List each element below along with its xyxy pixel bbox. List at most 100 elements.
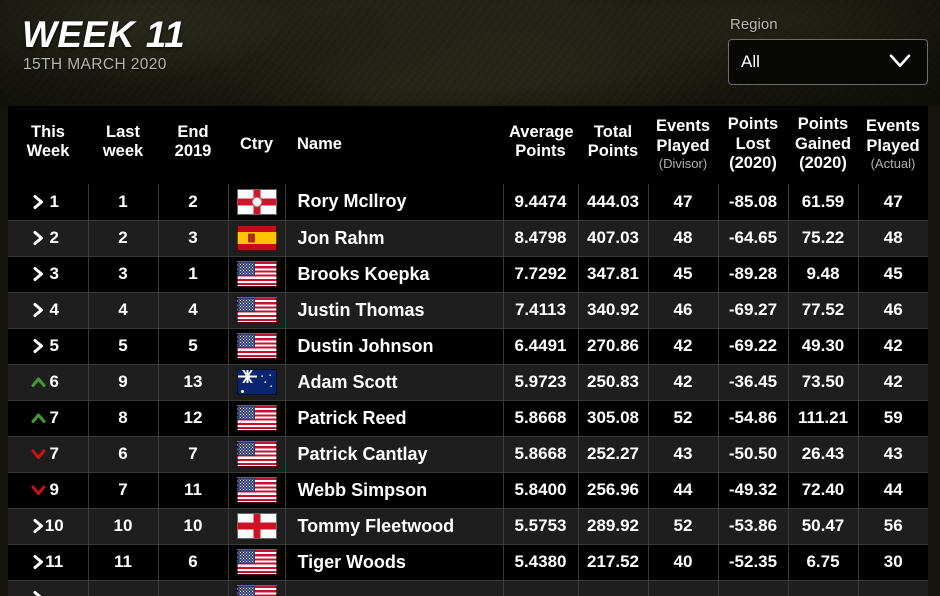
cell-events-divisor: 52 bbox=[648, 508, 719, 545]
rankings-table: This Week Last week End 2019 Ctry Name A… bbox=[8, 106, 928, 596]
flag-icon-usa bbox=[236, 441, 277, 467]
cell-average-points bbox=[503, 580, 579, 596]
table-row[interactable]: 1 1 2 Rory McIlroy 9.4474 444.03 47 -85.08 61.59… bbox=[8, 184, 928, 221]
column-header-average-points[interactable]: Average Points bbox=[503, 106, 578, 184]
cell-last-week: 2 bbox=[88, 220, 159, 257]
cell-events-divisor: 42 bbox=[648, 328, 719, 365]
flag-icon-esp bbox=[236, 225, 277, 251]
cell-points-gained bbox=[788, 580, 859, 596]
table-row[interactable]: 2 2 3 Jon Rahm 8.4798 407.03 48 -64.65 75.22 48 bbox=[8, 220, 928, 257]
table-row[interactable]: 9 7 11 Webb Simpson 5.8400 256.96 44 -49.32 72.4… bbox=[8, 472, 928, 509]
cell-total-points: 444.03 bbox=[578, 184, 649, 221]
table-row[interactable]: 4 4 4 Justin Thomas 7.4113 340.92 46 -69.27 77.5… bbox=[8, 292, 928, 329]
table-row[interactable] bbox=[8, 580, 928, 596]
column-header-points-lost-2020[interactable]: Points Lost (2020) bbox=[718, 106, 788, 184]
movement-same-icon bbox=[33, 591, 42, 596]
cell-player-name[interactable]: Patrick Reed bbox=[285, 400, 504, 437]
cell-player-name[interactable]: Rory McIlroy bbox=[285, 184, 504, 221]
cell-points-gained: 75.22 bbox=[788, 220, 859, 257]
column-header-country[interactable]: Ctry bbox=[228, 106, 285, 184]
column-header-end-2019[interactable]: End 2019 bbox=[158, 106, 228, 184]
table-row[interactable]: 6 9 13 Adam Scott 5.9723 250.83 42 -36.45 73.50 4… bbox=[8, 364, 928, 401]
cell-player-name[interactable]: Justin Thomas bbox=[285, 292, 504, 329]
column-header-total-points[interactable]: Total Points bbox=[578, 106, 648, 184]
cell-average-points: 7.7292 bbox=[503, 256, 579, 293]
cell-player-name[interactable]: Tommy Fleetwood bbox=[285, 508, 504, 545]
header-line2: Gained bbox=[795, 134, 851, 153]
cell-events-divisor: 44 bbox=[648, 472, 719, 509]
region-select[interactable]: All bbox=[728, 39, 928, 85]
rankings-table-container[interactable]: This Week Last week End 2019 Ctry Name A… bbox=[8, 106, 928, 596]
table-row[interactable]: 3 3 1 Brooks Koepka 7.7292 347.81 45 -89.28 9.48… bbox=[8, 256, 928, 293]
table-row[interactable]: 7 6 7 Patrick Cantlay 5.8668 252.27 43 -50.50 26… bbox=[8, 436, 928, 473]
table-row[interactable]: 5 5 5 Dustin Johnson 6.4491 270.86 42 -69.22 49.… bbox=[8, 328, 928, 365]
cell-player-name[interactable]: Adam Scott bbox=[285, 364, 504, 401]
header-line1: Points bbox=[797, 115, 849, 134]
region-filter: Region All bbox=[728, 16, 928, 85]
cell-average-points: 5.8400 bbox=[503, 472, 579, 509]
cell-events-actual: 43 bbox=[858, 436, 928, 473]
cell-player-name[interactable]: Dustin Johnson bbox=[285, 328, 504, 365]
cell-last-week: 1 bbox=[88, 184, 159, 221]
cell-this-week: 4 bbox=[8, 292, 89, 329]
cell-player-name[interactable] bbox=[285, 580, 504, 596]
movement-same-icon bbox=[33, 519, 43, 533]
cell-average-points: 5.4380 bbox=[503, 544, 579, 581]
column-header-events-played-divisor[interactable]: Events Played (Divisor) bbox=[648, 106, 718, 184]
header-line1: Events bbox=[865, 117, 921, 136]
cell-this-week bbox=[8, 580, 89, 596]
flag-icon-nir bbox=[236, 188, 277, 215]
cell-country bbox=[228, 436, 286, 473]
cell-this-week: 1 bbox=[8, 184, 89, 221]
cell-total-points: 340.92 bbox=[578, 292, 649, 329]
cell-total-points: 305.08 bbox=[578, 400, 649, 437]
cell-player-name[interactable]: Brooks Koepka bbox=[285, 256, 504, 293]
cell-points-lost: -53.86 bbox=[718, 508, 789, 545]
flag-icon-usa bbox=[236, 477, 277, 503]
table-row[interactable]: 10 10 10 Tommy Fleetwood 5.5753 289.92 52 -53.8… bbox=[8, 508, 928, 545]
cell-events-actual: 46 bbox=[858, 292, 928, 329]
column-header-this-week[interactable]: This Week bbox=[8, 106, 88, 184]
cell-player-name[interactable]: Jon Rahm bbox=[285, 220, 504, 257]
cell-events-divisor bbox=[648, 580, 719, 596]
cell-points-lost: -69.22 bbox=[718, 328, 789, 365]
movement-same-icon bbox=[33, 194, 43, 209]
cell-average-points: 9.4474 bbox=[503, 184, 579, 221]
column-header-events-played-actual[interactable]: Events Played (Actual) bbox=[858, 106, 928, 184]
cell-player-name[interactable]: Tiger Woods bbox=[285, 544, 504, 581]
cell-last-week: 7 bbox=[88, 472, 159, 509]
cell-country bbox=[228, 400, 286, 437]
cell-total-points: 250.83 bbox=[578, 364, 649, 401]
movement-same-icon bbox=[33, 267, 43, 281]
movement-up-icon bbox=[31, 413, 46, 423]
page-subtitle-date: 15TH MARCH 2020 bbox=[23, 56, 167, 73]
cell-player-name[interactable]: Patrick Cantlay bbox=[285, 436, 504, 473]
cell-this-week: 3 bbox=[8, 256, 89, 293]
cell-end-2019: 6 bbox=[158, 544, 229, 581]
cell-points-lost: -89.28 bbox=[718, 256, 789, 293]
cell-country bbox=[228, 364, 286, 401]
cell-points-lost: -52.35 bbox=[718, 544, 789, 581]
table-row[interactable]: 11 11 6 Tiger Woods 5.4380 217.52 40 -52.35 6.75… bbox=[8, 544, 928, 581]
cell-total-points: 252.27 bbox=[578, 436, 649, 473]
column-header-points-gained-2020[interactable]: Points Gained (2020) bbox=[788, 106, 858, 184]
table-body: 1 1 2 Rory McIlroy 9.4474 444.03 47 -85.08 61.59… bbox=[8, 184, 928, 596]
cell-player-name[interactable]: Webb Simpson bbox=[285, 472, 504, 509]
cell-end-2019: 1 bbox=[158, 256, 229, 293]
cell-country bbox=[228, 220, 286, 257]
cell-points-gained: 77.52 bbox=[788, 292, 859, 329]
cell-average-points: 5.5753 bbox=[503, 508, 579, 545]
header-line1: Name bbox=[297, 134, 342, 153]
column-header-last-week[interactable]: Last week bbox=[88, 106, 158, 184]
region-selected-value: All bbox=[741, 52, 760, 71]
cell-events-actual: 44 bbox=[858, 472, 928, 509]
column-header-name[interactable]: Name bbox=[285, 106, 503, 184]
movement-same-icon bbox=[33, 339, 43, 353]
table-header: This Week Last week End 2019 Ctry Name A… bbox=[8, 106, 928, 184]
table-row[interactable]: 7 8 12 Patrick Reed 5.8668 305.08 52 -54.86 111.… bbox=[8, 400, 928, 437]
cell-events-actual: 59 bbox=[858, 400, 928, 437]
cell-country bbox=[228, 292, 286, 329]
header-line2: Week bbox=[26, 142, 70, 160]
region-label: Region bbox=[730, 16, 778, 33]
cell-end-2019: 13 bbox=[158, 364, 229, 401]
